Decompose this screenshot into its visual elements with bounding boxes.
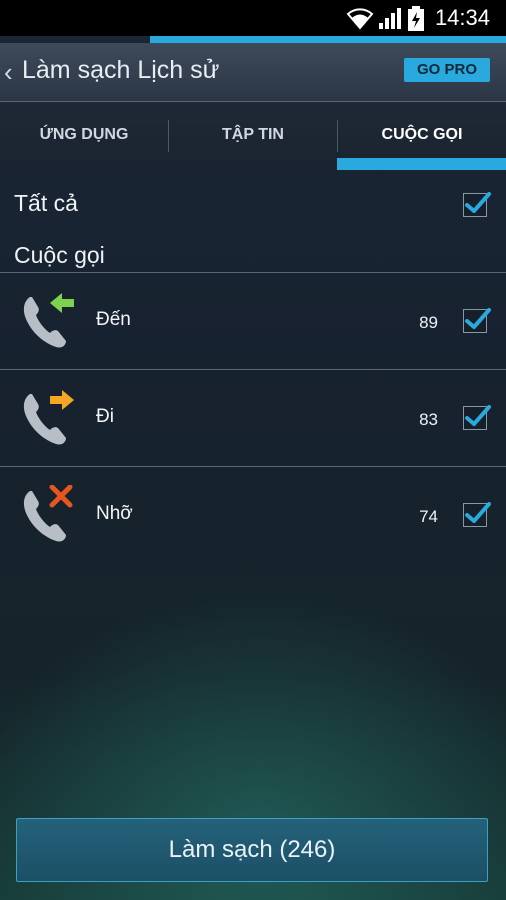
action-bar: ‹ Làm sạch Lịch sử GO PRO — [0, 43, 506, 102]
select-all-label: Tất cả — [14, 190, 78, 216]
go-pro-button[interactable]: GO PRO — [404, 58, 490, 82]
list-item-missed[interactable]: Nhỡ 74 — [0, 467, 506, 563]
header-accent-bar — [150, 36, 506, 43]
wifi-icon — [346, 6, 374, 35]
call-type-label: Đi — [96, 406, 114, 427]
active-tab-indicator — [337, 158, 506, 170]
section-title: Cuộc gọi — [14, 242, 105, 268]
call-type-label: Nhỡ — [96, 503, 133, 524]
battery-charging-icon — [407, 6, 425, 37]
missed-checkbox[interactable] — [463, 502, 491, 527]
incoming-call-icon — [20, 291, 76, 354]
checkmark-icon — [465, 308, 491, 329]
checkmark-icon — [465, 405, 491, 426]
checkmark-icon — [465, 502, 491, 523]
select-all-checkbox[interactable] — [463, 192, 491, 217]
signal-icon — [378, 6, 402, 35]
call-count: 74 — [419, 507, 438, 526]
list-item-incoming[interactable]: Đến 89 — [0, 273, 506, 369]
tab-apps[interactable]: ỨNG DỤNG — [0, 102, 168, 170]
incoming-checkbox[interactable] — [463, 308, 491, 333]
page-title[interactable]: Làm sạch Lịch sử — [22, 56, 219, 85]
call-type-label: Đến — [96, 309, 131, 330]
tab-files[interactable]: TẬP TIN — [169, 102, 337, 170]
checkmark-icon — [465, 192, 491, 213]
call-count: 83 — [419, 410, 438, 429]
outgoing-checkbox[interactable] — [463, 405, 491, 430]
clean-button[interactable]: Làm sạch (246) — [16, 818, 488, 882]
list-item-outgoing[interactable]: Đi 83 — [0, 370, 506, 466]
status-time: 14:34 — [434, 5, 490, 30]
missed-call-icon — [20, 484, 76, 548]
outgoing-call-icon — [20, 388, 76, 451]
back-chevron-icon[interactable]: ‹ — [4, 57, 13, 88]
status-bar: 14:34 — [0, 0, 506, 36]
call-count: 89 — [419, 313, 438, 332]
